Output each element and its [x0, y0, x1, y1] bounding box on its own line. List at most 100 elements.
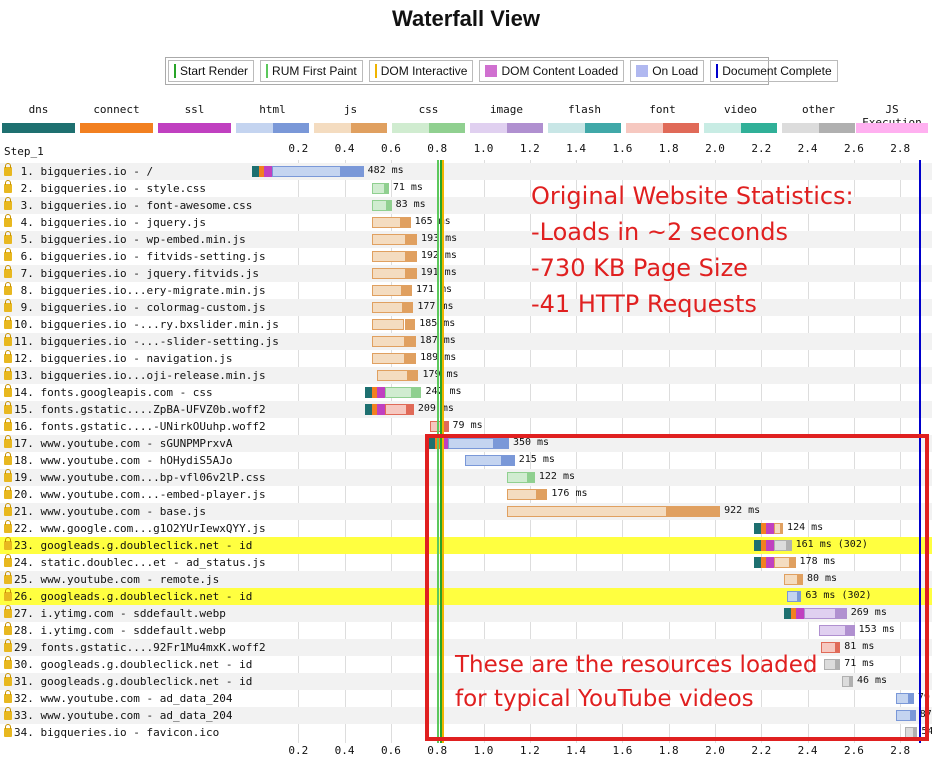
lock-icon: [4, 248, 12, 261]
request-download-bar: [402, 285, 412, 296]
request-label[interactable]: 32. www.youtube.com - ad_data_204: [4, 690, 233, 705]
lock-icon: [4, 690, 12, 703]
request-label[interactable]: 8. bigqueries.io...ery-migrate.min.js: [4, 282, 266, 297]
request-url: 33. www.youtube.com - ad_data_204: [14, 709, 233, 722]
request-label[interactable]: 15. fonts.gstatic....ZpBA-UFVZ0b.woff2: [4, 401, 266, 416]
youtube-line-1: These are the resources loaded: [455, 652, 818, 678]
lock-icon: [4, 469, 12, 482]
type-legend-label: video: [723, 103, 758, 116]
request-url: 13. bigqueries.io...oji-release.min.js: [14, 369, 266, 382]
request-label[interactable]: 21. www.youtube.com - base.js: [4, 503, 206, 518]
request-url: 12. bigqueries.io - navigation.js: [14, 352, 233, 365]
axis-tick-label: 2.0: [705, 744, 725, 757]
request-download-bar: [386, 200, 392, 211]
request-label[interactable]: 18. www.youtube.com - hOHydiS5AJo: [4, 452, 233, 467]
table-row: 12. bigqueries.io - navigation.js 189 ms: [0, 350, 932, 367]
request-label[interactable]: 23. googleads.g.doubleclick.net - id: [4, 537, 253, 552]
lock-icon: [4, 605, 12, 618]
type-legend-image: image: [470, 103, 543, 133]
axis-tick-label: 1.2: [519, 744, 540, 757]
type-legend-swatch-light: [392, 123, 429, 133]
axis-tick-label: 2.8: [890, 744, 911, 757]
request-url: 15. fonts.gstatic....ZpBA-UFVZ0b.woff2: [14, 403, 266, 416]
lock-icon: [4, 163, 12, 176]
request-label[interactable]: 11. bigqueries.io -...-slider-setting.js: [4, 333, 279, 348]
axis-tick-label: 2.6: [843, 142, 864, 155]
request-label[interactable]: 14. fonts.googleapis.com - css: [4, 384, 213, 399]
type-legend-font: font: [626, 103, 699, 133]
request-wait-bar: [372, 217, 402, 228]
request-wait-bar: [372, 285, 403, 296]
request-label[interactable]: 7. bigqueries.io - jquery.fitvids.js: [4, 265, 260, 280]
request-label[interactable]: 4. bigqueries.io - jquery.js: [4, 214, 206, 229]
request-wait-bar: [372, 183, 385, 194]
axis-tick-label: 1.4: [566, 142, 587, 155]
axis-tick-label: 0.6: [380, 142, 401, 155]
request-label[interactable]: 6. bigqueries.io - fitvids-setting.js: [4, 248, 266, 263]
type-legend-label: other: [801, 103, 836, 116]
legend-swatch: [174, 64, 176, 78]
type-legend-swatch-light: [856, 123, 892, 133]
request-label[interactable]: 24. static.doublec...et - ad_status.js: [4, 554, 266, 569]
request-label[interactable]: 33. www.youtube.com - ad_data_204: [4, 707, 233, 722]
request-label[interactable]: 25. www.youtube.com - remote.js: [4, 571, 219, 586]
request-url: 17. www.youtube.com - sGUNPMPrxvA: [14, 437, 233, 450]
type-legend-swatch-light: [80, 123, 117, 133]
type-legend-other: other: [782, 103, 855, 133]
request-wait-bar: [385, 387, 413, 398]
youtube-annotation: These are the resources loaded for typic…: [455, 648, 817, 716]
axis-tick-label: 0.4: [334, 744, 355, 757]
request-label[interactable]: 22. www.google.com...g1O2YUrIewxQYY.js: [4, 520, 266, 535]
legend-label: DOM Interactive: [380, 64, 468, 78]
request-label[interactable]: 34. bigqueries.io - favicon.ico: [4, 724, 219, 739]
connection-segment: [365, 387, 373, 398]
connection-segment: [377, 387, 386, 398]
request-url: 7. bigqueries.io - jquery.fitvids.js: [14, 267, 260, 280]
request-label[interactable]: 10. bigqueries.io -...ry.bxslider.min.js: [4, 316, 279, 331]
type-legend-swatch-light: [236, 123, 273, 133]
request-label[interactable]: 28. i.ytimg.com - sddefault.webp: [4, 622, 226, 637]
legend-label: Start Render: [180, 64, 249, 78]
lock-icon: [4, 367, 12, 380]
request-label[interactable]: 29. fonts.gstatic....92Fr1Mu4mxK.woff2: [4, 639, 266, 654]
request-wait-bar: [385, 404, 407, 415]
request-label[interactable]: 3. bigqueries.io - font-awesome.css: [4, 197, 252, 212]
request-url: 27. i.ytimg.com - sddefault.webp: [14, 607, 226, 620]
type-legend-dns: dns: [2, 103, 75, 133]
request-label[interactable]: 2. bigqueries.io - style.css: [4, 180, 206, 195]
request-label[interactable]: 13. bigqueries.io...oji-release.min.js: [4, 367, 266, 382]
request-url: 19. www.youtube.com...bp-vfl06v2lP.css: [14, 471, 266, 484]
axis-tick-label: 0.8: [427, 744, 448, 757]
request-label[interactable]: 19. www.youtube.com...bp-vfl06v2lP.css: [4, 469, 266, 484]
request-url: 23. googleads.g.doubleclick.net - id: [14, 539, 253, 552]
request-label[interactable]: 26. googleads.g.doubleclick.net - id: [4, 588, 252, 603]
legend-item: On Load: [630, 60, 705, 82]
axis-tick-label: 1.8: [658, 142, 679, 155]
type-legend-label: connect: [93, 103, 140, 116]
request-label[interactable]: 5. bigqueries.io - wp-embed.min.js: [4, 231, 246, 246]
request-url: 10. bigqueries.io -...ry.bxslider.min.js: [14, 318, 279, 331]
request-label[interactable]: 31. googleads.g.doubleclick.net - id: [4, 673, 252, 688]
axis-tick-label: 2.2: [751, 142, 772, 155]
type-legend-swatch-light: [626, 123, 663, 133]
lock-icon: [4, 622, 12, 635]
lock-icon: [4, 197, 12, 210]
request-label[interactable]: 17. www.youtube.com - sGUNPMPrxvA: [4, 435, 233, 450]
request-label[interactable]: 12. bigqueries.io - navigation.js: [4, 350, 233, 365]
request-label[interactable]: 27. i.ytimg.com - sddefault.webp: [4, 605, 226, 620]
axis-tick-label: 0.8: [427, 142, 448, 155]
request-label[interactable]: 30. googleads.g.doubleclick.net - id: [4, 656, 252, 671]
axis-tick-label: 2.4: [797, 142, 818, 155]
type-legend-ssl: ssl: [158, 103, 231, 133]
request-download-bar: [443, 421, 449, 432]
lock-icon: [4, 316, 12, 329]
lock-icon: [4, 350, 12, 363]
request-label[interactable]: 9. bigqueries.io - colormag-custom.js: [4, 299, 266, 314]
request-url: 11. bigqueries.io -...-slider-setting.js: [14, 335, 279, 348]
request-wait-bar: [372, 200, 387, 211]
request-label[interactable]: 1. bigqueries.io - /: [4, 163, 153, 178]
request-download-bar: [405, 251, 417, 262]
request-label[interactable]: 20. www.youtube.com...-embed-player.js: [4, 486, 266, 501]
request-label[interactable]: 16. fonts.gstatic....-UNirkOUuhp.woff2: [4, 418, 266, 433]
lock-icon: [4, 435, 12, 448]
